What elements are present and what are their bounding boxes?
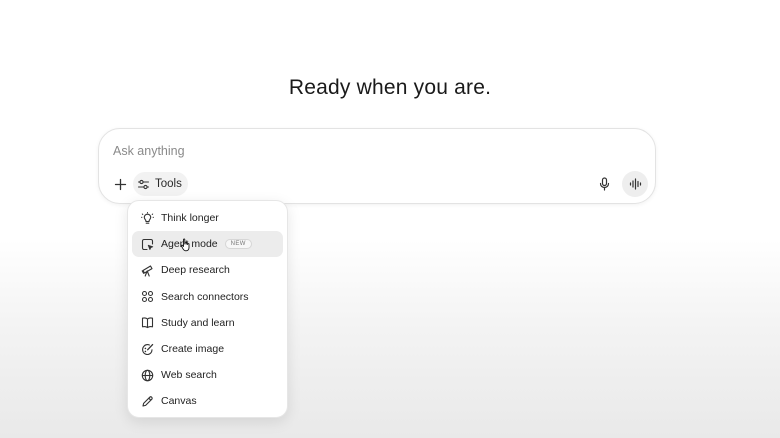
- telescope-icon: [140, 263, 154, 277]
- sliders-icon: [137, 178, 150, 191]
- agent-cursor-icon: [140, 237, 154, 251]
- menu-item-think-longer[interactable]: Think longer: [132, 205, 283, 231]
- voice-mode-button[interactable]: [622, 171, 648, 197]
- tools-menu: Think longer Agent mode NEW Deep researc…: [127, 200, 288, 418]
- tools-button[interactable]: Tools: [133, 172, 188, 196]
- menu-item-create-image[interactable]: Create image: [132, 336, 283, 362]
- lightbulb-icon: [140, 211, 154, 225]
- menu-item-label: Study and learn: [161, 316, 235, 329]
- menu-item-deep-research[interactable]: Deep research: [132, 257, 283, 283]
- menu-item-label: Create image: [161, 343, 225, 356]
- microphone-icon: [598, 177, 611, 191]
- globe-icon: [140, 368, 154, 382]
- menu-item-label: Web search: [161, 369, 217, 382]
- page-headline: Ready when you are.: [288, 76, 492, 99]
- menu-item-label: Deep research: [161, 264, 230, 277]
- menu-item-study-and-learn[interactable]: Study and learn: [132, 310, 283, 336]
- add-attachment-button[interactable]: [109, 173, 131, 195]
- connectors-icon: [140, 290, 154, 304]
- prompt-input[interactable]: [113, 141, 553, 161]
- menu-item-label: Agent mode: [161, 238, 218, 251]
- plus-icon: [114, 178, 127, 191]
- tools-label: Tools: [155, 178, 182, 190]
- menu-item-search-connectors[interactable]: Search connectors: [132, 284, 283, 310]
- dictate-button[interactable]: [593, 173, 615, 195]
- menu-item-label: Think longer: [161, 212, 219, 225]
- composer-box: Tools: [98, 128, 656, 204]
- menu-item-canvas[interactable]: Canvas: [132, 388, 283, 414]
- book-icon: [140, 316, 154, 330]
- menu-item-web-search[interactable]: Web search: [132, 362, 283, 388]
- new-badge: NEW: [224, 239, 252, 250]
- menu-item-label: Search connectors: [161, 290, 249, 303]
- image-brush-icon: [140, 342, 154, 356]
- pencil-icon: [140, 394, 154, 408]
- menu-item-agent-mode[interactable]: Agent mode NEW: [132, 231, 283, 258]
- voice-waveform-icon: [629, 178, 642, 190]
- menu-item-label: Canvas: [161, 395, 197, 408]
